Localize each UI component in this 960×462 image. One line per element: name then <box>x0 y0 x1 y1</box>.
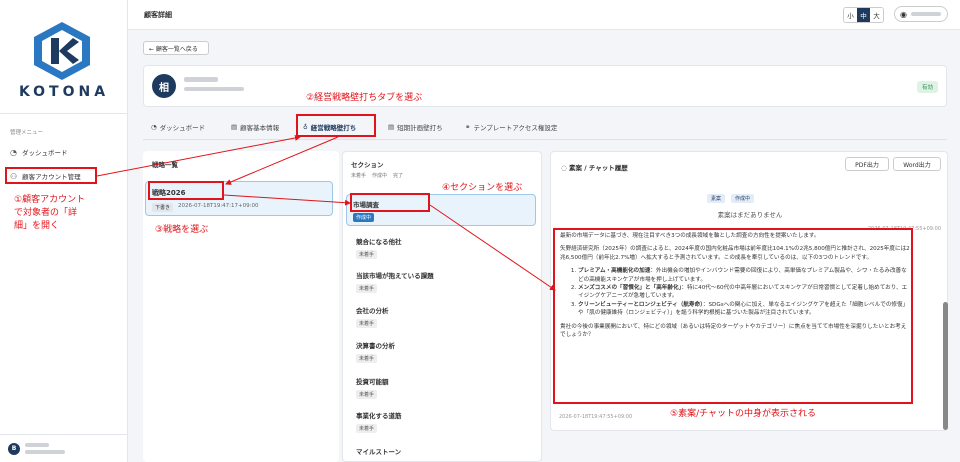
annotation-arrows <box>96 134 556 291</box>
annotation-step-2: ②経営戦略壁打ちタブを選ぶ <box>306 93 423 103</box>
annotation-step-1: ①顧客アカウント で対象者の「詳 細」を開く <box>14 195 86 232</box>
annotation-step-5: ⑤素案/チャットの中身が表示される <box>670 409 817 419</box>
annotation-step-3: ③戦略を選ぶ <box>155 225 209 235</box>
annotation-step-4: ④セクションを選ぶ <box>442 183 523 193</box>
